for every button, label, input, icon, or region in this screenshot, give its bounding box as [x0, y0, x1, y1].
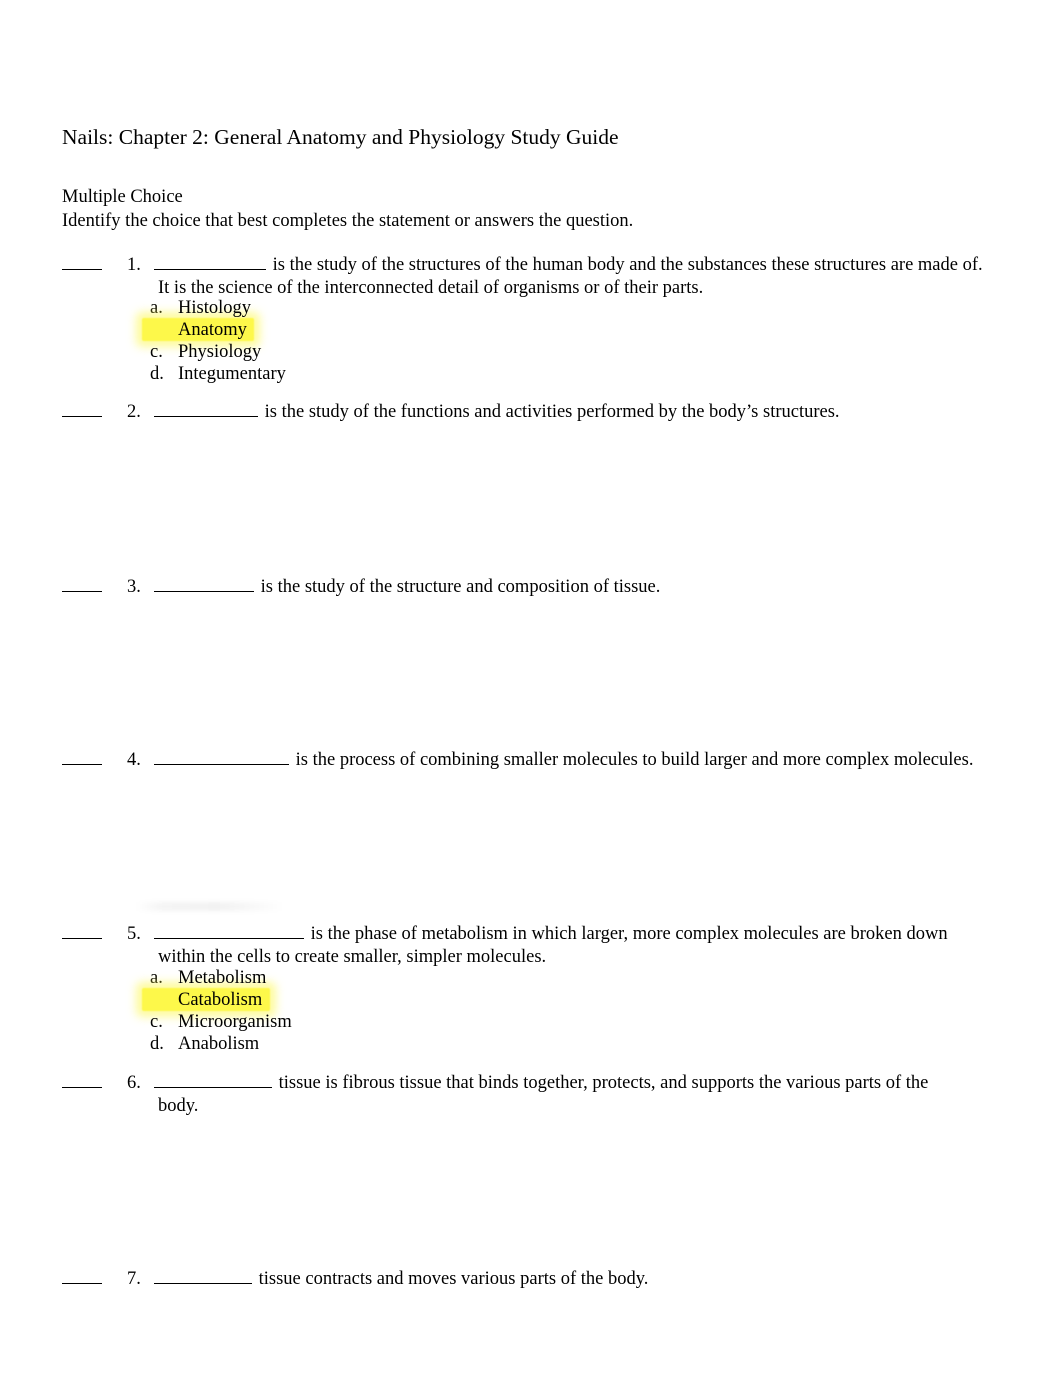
question-statement: tissue is fibrous tissue that binds toge… — [274, 1073, 929, 1093]
inline-blank[interactable] — [154, 402, 258, 417]
question-item: 2. is the study of the functions and act… — [62, 401, 1022, 424]
question-text: is the study of the structure and compos… — [152, 576, 1022, 599]
question-number: 3. — [127, 577, 141, 597]
question-number: 6. — [127, 1073, 141, 1093]
section-instructions: Identify the choice that best completes … — [62, 210, 634, 231]
inline-blank[interactable] — [154, 1073, 272, 1088]
question-text: is the study of the functions and activi… — [152, 401, 1022, 424]
answer-blank-line[interactable] — [62, 254, 102, 270]
answer-blank-line[interactable] — [62, 923, 102, 939]
question-number: 4. — [127, 750, 141, 770]
question-number: 2. — [127, 402, 141, 422]
option-letter: d. — [150, 1034, 164, 1054]
question-item: 6. tissue is fibrous tissue that binds t… — [62, 1072, 1022, 1117]
inline-blank[interactable] — [154, 924, 304, 939]
option-item[interactable]: d. Integumentary — [150, 363, 286, 385]
question-statement: is the process of combining smaller mole… — [291, 750, 974, 770]
answer-blank-line[interactable] — [62, 1268, 102, 1284]
question-statement: tissue contracts and moves various parts… — [254, 1269, 649, 1289]
option-item[interactable]: d. Anabolism — [150, 1033, 292, 1055]
option-label: Microorganism — [178, 1012, 292, 1032]
option-list: a. Histology b.Anatomy c. Physiology d. Int… — [142, 297, 286, 385]
option-label: Metabolism — [178, 968, 267, 988]
option-label: Physiology — [178, 342, 262, 362]
question-item: 4. is the process of combining smaller m… — [62, 749, 1022, 772]
question-text-continued: It is the science of the interconnected … — [158, 277, 704, 298]
question-text: is the study of the structures of the hu… — [152, 254, 1022, 277]
question-statement: is the study of the functions and activi… — [260, 402, 840, 422]
option-item[interactable]: a. Metabolism — [150, 967, 292, 989]
question-statement: is the study of the structures of the hu… — [268, 255, 983, 275]
option-list: a. Metabolism b.Catabolism c. Microorganis… — [142, 967, 292, 1055]
question-text-continued: body. — [158, 1095, 199, 1116]
answer-blank-line[interactable] — [62, 401, 102, 417]
inline-blank[interactable] — [154, 1269, 252, 1284]
page-title: Nails: Chapter 2: General Anatomy and Ph… — [62, 125, 619, 149]
option-item[interactable]: b.Catabolism — [142, 988, 292, 1011]
question-text: tissue contracts and moves various parts… — [152, 1268, 1022, 1291]
question-statement: is the study of the structure and compos… — [256, 577, 661, 597]
option-label: Integumentary — [178, 364, 286, 384]
option-item[interactable]: c. Physiology — [150, 341, 286, 363]
option-label: Histology — [178, 298, 251, 318]
question-item: 5. is the phase of metabolism in which l… — [62, 923, 1022, 968]
inline-blank[interactable] — [154, 255, 266, 270]
question-item: 7. tissue contracts and moves various pa… — [62, 1268, 1022, 1291]
question-item: 1. is the study of the structures of the… — [62, 254, 1022, 299]
residual-smudge-artifact — [136, 902, 284, 911]
option-letter: d. — [150, 364, 164, 384]
option-label: Catabolism — [178, 990, 263, 1010]
question-number: 5. — [127, 924, 141, 944]
question-text: tissue is fibrous tissue that binds toge… — [152, 1072, 1022, 1095]
inline-blank[interactable] — [154, 750, 289, 765]
option-label: Anabolism — [178, 1034, 260, 1054]
answer-blank-line[interactable] — [62, 749, 102, 765]
question-number: 1. — [127, 255, 141, 275]
section-label: Multiple Choice — [62, 187, 183, 207]
answer-blank-line[interactable] — [62, 576, 102, 592]
option-label: Anatomy — [178, 320, 247, 340]
option-letter: c. — [150, 1012, 163, 1032]
inline-blank[interactable] — [154, 577, 254, 592]
question-number: 7. — [127, 1269, 141, 1289]
option-item[interactable]: c. Microorganism — [150, 1011, 292, 1033]
question-text-continued: within the cells to create smaller, simp… — [158, 946, 547, 967]
option-letter: c. — [150, 342, 163, 362]
option-item[interactable]: a. Histology — [150, 297, 286, 319]
question-statement: is the phase of metabolism in which larg… — [306, 924, 948, 944]
option-item[interactable]: b.Anatomy — [142, 318, 286, 341]
option-letter: a. — [150, 298, 163, 318]
instructions-block: Multiple Choice Identify the choice that… — [62, 186, 633, 233]
answer-blank-line[interactable] — [62, 1072, 102, 1088]
question-text: is the process of combining smaller mole… — [152, 749, 1022, 772]
option-letter: a. — [150, 968, 163, 988]
question-text: is the phase of metabolism in which larg… — [152, 923, 1022, 946]
document-page: Nails: Chapter 2: General Anatomy and Ph… — [0, 0, 1062, 1377]
question-item: 3. is the study of the structure and com… — [62, 576, 1022, 599]
